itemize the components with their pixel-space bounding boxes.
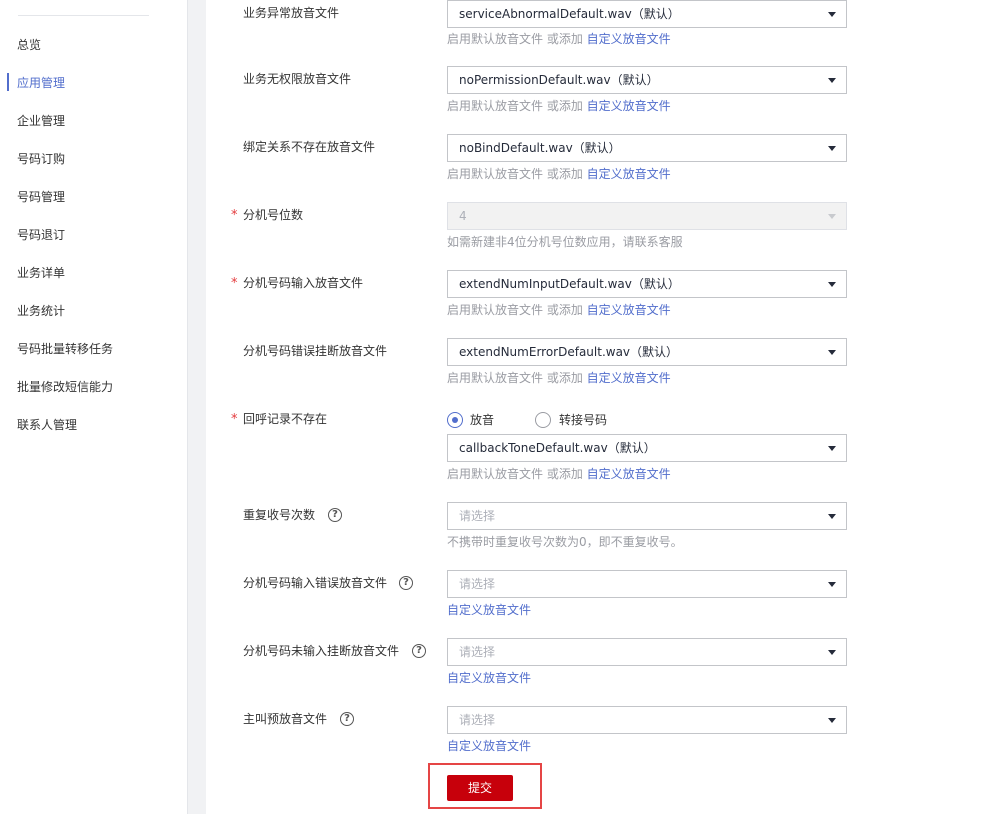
hint-text: 启用默认放音文件 或添加 xyxy=(447,167,583,181)
repeat-collect-count-select[interactable]: 请选择 xyxy=(447,502,847,530)
main-form-panel xyxy=(206,0,1000,814)
repeat-collect-count-hint: 不携带时重复收号次数为0，即不重复收号。 xyxy=(447,535,683,549)
radio-transfer-number[interactable] xyxy=(535,412,551,428)
extension-error-hangup-tone-label: 分机号码错误挂断放音文件 xyxy=(243,344,388,358)
chevron-down-icon xyxy=(828,446,836,451)
no-permission-tone-value: noPermissionDefault.wav（默认） xyxy=(459,73,659,87)
chevron-down-icon xyxy=(828,146,836,151)
hint-text: 启用默认放音文件 或添加 xyxy=(447,303,583,317)
custom-tone-link[interactable]: 自定义放音文件 xyxy=(587,32,671,46)
extension-digits-hint: 如需新建非4位分机号位数应用，请联系客服 xyxy=(447,235,683,249)
extension-digits-value: 4 xyxy=(459,209,467,223)
service-abnormal-tone-hint: 启用默认放音文件 或添加 自定义放音文件 xyxy=(447,31,671,47)
callback-tone-value: callbackToneDefault.wav（默认） xyxy=(459,441,656,455)
custom-tone-link[interactable]: 自定义放音文件 xyxy=(587,167,671,181)
chevron-down-icon xyxy=(828,514,836,519)
extension-error-hangup-tone-value: extendNumErrorDefault.wav（默认） xyxy=(459,345,679,359)
chevron-down-icon xyxy=(828,350,836,355)
no-bind-tone-value: noBindDefault.wav（默认） xyxy=(459,141,621,155)
extension-no-input-hangup-tone-select[interactable]: 请选择 xyxy=(447,638,847,666)
caller-pre-tone-label: 主叫预放音文件 xyxy=(243,712,328,726)
radio-transfer-number-label[interactable]: 转接号码 xyxy=(559,410,607,430)
extension-digits-select: 4 xyxy=(447,202,847,230)
sidebar-item-service-records[interactable]: 业务详单 xyxy=(17,263,65,283)
extension-no-input-hangup-tone-placeholder: 请选择 xyxy=(459,645,496,659)
layout-gutter xyxy=(188,0,206,814)
no-permission-tone-hint: 启用默认放音文件 或添加 自定义放音文件 xyxy=(447,98,671,114)
callback-tone-hint: 启用默认放音文件 或添加 自定义放音文件 xyxy=(447,466,671,482)
extension-input-tone-value: extendNumInputDefault.wav（默认） xyxy=(459,277,680,291)
extension-input-error-tone-hint: 自定义放音文件 xyxy=(447,602,531,618)
required-asterisk: * xyxy=(231,412,238,427)
sidebar-item-batch-transfer-tasks[interactable]: 号码批量转移任务 xyxy=(17,339,113,359)
extension-error-hangup-tone-select[interactable]: extendNumErrorDefault.wav（默认） xyxy=(447,338,847,366)
extension-digits-label: 分机号位数 xyxy=(243,208,304,222)
callback-record-missing-label: 回呼记录不存在 xyxy=(243,412,328,426)
chevron-down-icon xyxy=(828,582,836,587)
sidebar-item-number-order[interactable]: 号码订购 xyxy=(17,149,65,169)
sidebar-item-enterprise-management[interactable]: 企业管理 xyxy=(17,111,65,131)
help-icon[interactable]: ? xyxy=(399,576,413,590)
caller-pre-tone-placeholder: 请选择 xyxy=(459,713,496,727)
custom-tone-link[interactable]: 自定义放音文件 xyxy=(587,303,671,317)
no-permission-tone-select[interactable]: noPermissionDefault.wav（默认） xyxy=(447,66,847,94)
no-bind-tone-select[interactable]: noBindDefault.wav（默认） xyxy=(447,134,847,162)
caller-pre-tone-select[interactable]: 请选择 xyxy=(447,706,847,734)
extension-input-tone-select[interactable]: extendNumInputDefault.wav（默认） xyxy=(447,270,847,298)
help-icon[interactable]: ? xyxy=(412,644,426,658)
no-permission-tone-label: 业务无权限放音文件 xyxy=(243,72,352,86)
repeat-collect-count-label: 重复收号次数 xyxy=(243,508,316,522)
chevron-down-icon xyxy=(828,78,836,83)
hint-text: 启用默认放音文件 或添加 xyxy=(447,99,583,113)
caller-pre-tone-hint: 自定义放音文件 xyxy=(447,738,531,754)
sidebar-item-number-unsubscribe[interactable]: 号码退订 xyxy=(17,225,65,245)
extension-input-error-tone-placeholder: 请选择 xyxy=(459,577,496,591)
custom-tone-link[interactable]: 自定义放音文件 xyxy=(447,603,531,617)
callback-tone-select[interactable]: callbackToneDefault.wav（默认） xyxy=(447,434,847,462)
radio-play-tone[interactable] xyxy=(447,412,463,428)
extension-input-error-tone-label: 分机号码输入错误放音文件 xyxy=(243,576,388,590)
extension-input-tone-hint: 启用默认放音文件 或添加 自定义放音文件 xyxy=(447,302,671,318)
custom-tone-link[interactable]: 自定义放音文件 xyxy=(587,99,671,113)
extension-input-tone-label: 分机号码输入放音文件 xyxy=(243,276,364,290)
sidebar-item-overview[interactable]: 总览 xyxy=(17,35,41,55)
sidebar-item-service-statistics[interactable]: 业务统计 xyxy=(17,301,65,321)
required-asterisk: * xyxy=(231,276,238,291)
sidebar-item-app-management[interactable]: 应用管理 xyxy=(17,73,65,93)
no-bind-tone-label: 绑定关系不存在放音文件 xyxy=(243,140,376,154)
extension-input-error-tone-select[interactable]: 请选择 xyxy=(447,570,847,598)
radio-play-tone-label[interactable]: 放音 xyxy=(470,410,494,430)
help-icon[interactable]: ? xyxy=(328,508,342,522)
service-abnormal-tone-select[interactable]: serviceAbnormalDefault.wav（默认） xyxy=(447,0,847,28)
custom-tone-link[interactable]: 自定义放音文件 xyxy=(447,671,531,685)
custom-tone-link[interactable]: 自定义放音文件 xyxy=(447,739,531,753)
required-asterisk: * xyxy=(231,208,238,223)
custom-tone-link[interactable]: 自定义放音文件 xyxy=(587,467,671,481)
chevron-down-icon xyxy=(828,12,836,17)
sidebar-item-batch-sms-capability[interactable]: 批量修改短信能力 xyxy=(17,377,113,397)
extension-no-input-hangup-tone-hint: 自定义放音文件 xyxy=(447,670,531,686)
chevron-down-icon xyxy=(828,282,836,287)
chevron-down-icon xyxy=(828,650,836,655)
extension-no-input-hangup-tone-label: 分机号码未输入挂断放音文件 xyxy=(243,644,400,658)
service-abnormal-tone-label: 业务异常放音文件 xyxy=(243,6,340,20)
custom-tone-link[interactable]: 自定义放音文件 xyxy=(587,371,671,385)
chevron-down-icon xyxy=(828,214,836,219)
submit-button[interactable]: 提交 xyxy=(447,775,513,801)
hint-text: 启用默认放音文件 或添加 xyxy=(447,32,583,46)
hint-text: 启用默认放音文件 或添加 xyxy=(447,467,583,481)
sidebar: 总览 应用管理 企业管理 号码订购 号码管理 号码退订 业务详单 业务统计 号码… xyxy=(0,0,188,814)
sidebar-divider xyxy=(18,15,149,16)
sidebar-item-contact-management[interactable]: 联系人管理 xyxy=(17,415,77,435)
repeat-collect-count-placeholder: 请选择 xyxy=(459,509,496,523)
no-bind-tone-hint: 启用默认放音文件 或添加 自定义放音文件 xyxy=(447,166,671,182)
service-abnormal-tone-value: serviceAbnormalDefault.wav（默认） xyxy=(459,7,680,21)
chevron-down-icon xyxy=(828,718,836,723)
extension-error-hangup-tone-hint: 启用默认放音文件 或添加 自定义放音文件 xyxy=(447,370,671,386)
help-icon[interactable]: ? xyxy=(340,712,354,726)
hint-text: 启用默认放音文件 或添加 xyxy=(447,371,583,385)
active-item-marker xyxy=(7,73,9,91)
sidebar-item-number-management[interactable]: 号码管理 xyxy=(17,187,65,207)
